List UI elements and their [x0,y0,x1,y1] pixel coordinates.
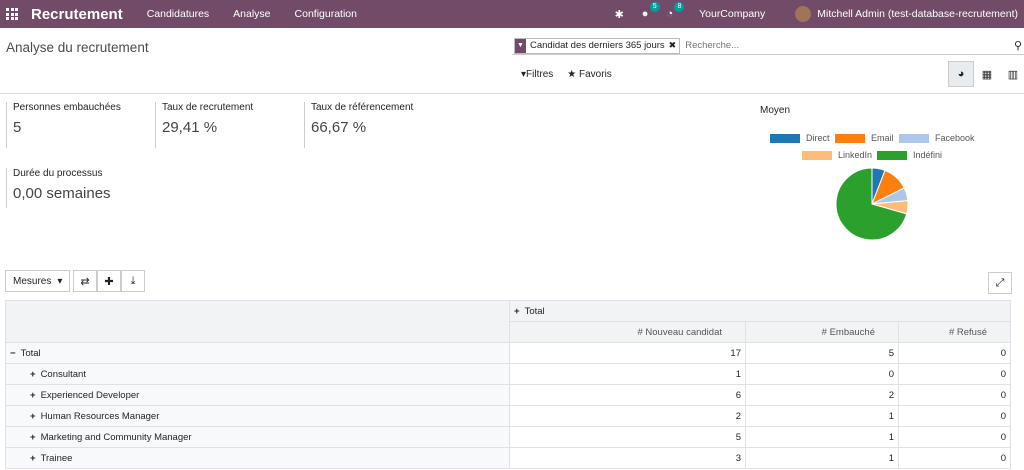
row-header-total[interactable]: − Total [5,342,510,364]
kpi-process-duration[interactable]: Durée du processus 0,00 semaines [6,168,111,208]
kpi-label: Personnes embauchées [13,102,121,113]
user-menu[interactable]: Mitchell Admin (test-database-recrutemen… [817,8,1018,20]
pie-chart [835,167,909,241]
menu-candidatures[interactable]: Candidatures [147,8,209,20]
kpi-hired[interactable]: Personnes embauchées 5 [6,102,121,148]
search-bar: ▼ Candidat des derniers 365 jours ✖ ⚲ [512,37,1024,55]
measure-header[interactable]: # Refusé [898,321,1011,343]
legend-item-linkedin[interactable]: LinkedIn [802,150,872,160]
kpi-label: Taux de référencement [311,102,414,113]
row-header[interactable]: + Trainee [5,447,510,469]
cell[interactable]: 1 [745,405,899,427]
company-switcher[interactable]: YourCompany [699,8,765,20]
menu-configuration[interactable]: Configuration [295,8,357,20]
cell[interactable]: 5 [745,342,899,364]
divider [0,93,1024,94]
favorites-button[interactable]: ★ Favoris [567,69,612,80]
kpi-recruitment-rate[interactable]: Taux de recrutement 29,41 % [155,102,253,148]
table-row: + Consultant 1 0 0 [5,363,1011,385]
cell[interactable]: 3 [509,447,746,469]
col-header-total[interactable]: + Total [509,300,1011,322]
cell[interactable]: 0 [898,426,1011,448]
cell[interactable]: 1 [745,447,899,469]
search-icon[interactable]: ⚲ [1014,39,1022,52]
cell[interactable]: 1 [509,363,746,385]
table-row: − Total 17 5 0 [5,342,1011,364]
activities-icon[interactable]: ◔ 8 [666,2,685,20]
legend-item-facebook[interactable]: Facebook [899,133,975,143]
measures-dropdown[interactable]: Mesures ▾ [5,270,71,292]
legend-item-direct[interactable]: Direct [770,133,830,143]
kpi-value: 66,67 % [311,119,367,136]
cell[interactable]: 0 [898,384,1011,406]
cell[interactable]: 2 [509,405,746,427]
cell[interactable]: 1 [745,426,899,448]
cell[interactable]: 5 [509,426,746,448]
cell[interactable]: 0 [898,405,1011,427]
top-navbar: Recrutement Candidatures Analyse Configu… [0,0,1024,28]
filter-icon: ▼ [515,38,526,53]
legend-item-email[interactable]: Email [835,133,894,143]
pivot-table: + Total # Nouveau candidat # Embauché # R… [5,300,1011,469]
kpi-referral-rate[interactable]: Taux de référencement 66,67 % [304,102,413,148]
legend-item-undefined[interactable]: Indéfini [877,150,942,160]
table-row: + Trainee 3 1 0 [5,447,1011,469]
pivot-corner [5,300,510,343]
close-icon[interactable]: ✖ [669,40,680,51]
dashboard-view-icon[interactable]: ◕ [948,61,974,87]
row-header[interactable]: + Consultant [5,363,510,385]
kpi-value: 5 [13,119,22,136]
kpi-value: 29,41 % [162,119,218,136]
table-row: + Human Resources Manager 2 1 0 [5,405,1011,427]
activities-badge: 8 [674,2,685,12]
table-row: + Marketing and Community Manager 5 1 0 [5,426,1011,448]
cell[interactable]: 0 [898,447,1011,469]
caret-down-icon: ▾ [57,275,63,287]
row-header[interactable]: + Experienced Developer [5,384,510,406]
app-title[interactable]: Recrutement [31,6,123,23]
page-title: Analyse du recrutement [6,40,149,55]
chart-title: Moyen [760,105,791,116]
filters-button[interactable]: ▾Filtres [521,69,553,80]
cell[interactable]: 0 [898,342,1011,364]
cell[interactable]: 2 [745,384,899,406]
row-header[interactable]: + Human Resources Manager [5,405,510,427]
download-icon[interactable]: ⤓ [121,270,145,292]
cell[interactable]: 0 [745,363,899,385]
cell[interactable]: 6 [509,384,746,406]
facet-label: Candidat des derniers 365 jours [530,40,665,51]
search-facet[interactable]: ▼ Candidat des derniers 365 jours ✖ [514,37,681,54]
kpi-label: Taux de recrutement [162,102,254,113]
fullscreen-icon[interactable]: ⤢ [988,272,1012,294]
app-menu-icon[interactable] [6,8,18,20]
graph-view-icon[interactable]: ▥ [1000,61,1024,87]
kpi-value: 0,00 semaines [13,185,111,202]
cell[interactable]: 0 [898,363,1011,385]
kpi-label: Durée du processus [13,168,103,179]
row-header[interactable]: + Marketing and Community Manager [5,426,510,448]
table-row: + Experienced Developer 6 2 0 [5,384,1011,406]
menu-analyse[interactable]: Analyse [233,8,270,20]
search-input[interactable] [685,40,986,51]
measure-header[interactable]: # Nouveau candidat [509,321,746,343]
star-icon: ★ [567,69,580,80]
expand-all-icon[interactable]: ✚ [97,270,121,292]
bug-icon[interactable]: ✱ [615,8,624,21]
measure-header[interactable]: # Embauché [745,321,899,343]
avatar[interactable] [795,6,812,22]
pivot-view-icon[interactable]: ▦ [974,61,1000,87]
messages-badge: 5 [649,2,660,12]
cell[interactable]: 17 [509,342,746,364]
flip-axis-icon[interactable]: ⇄ [73,270,97,292]
messages-icon[interactable]: ● 5 [642,2,660,20]
